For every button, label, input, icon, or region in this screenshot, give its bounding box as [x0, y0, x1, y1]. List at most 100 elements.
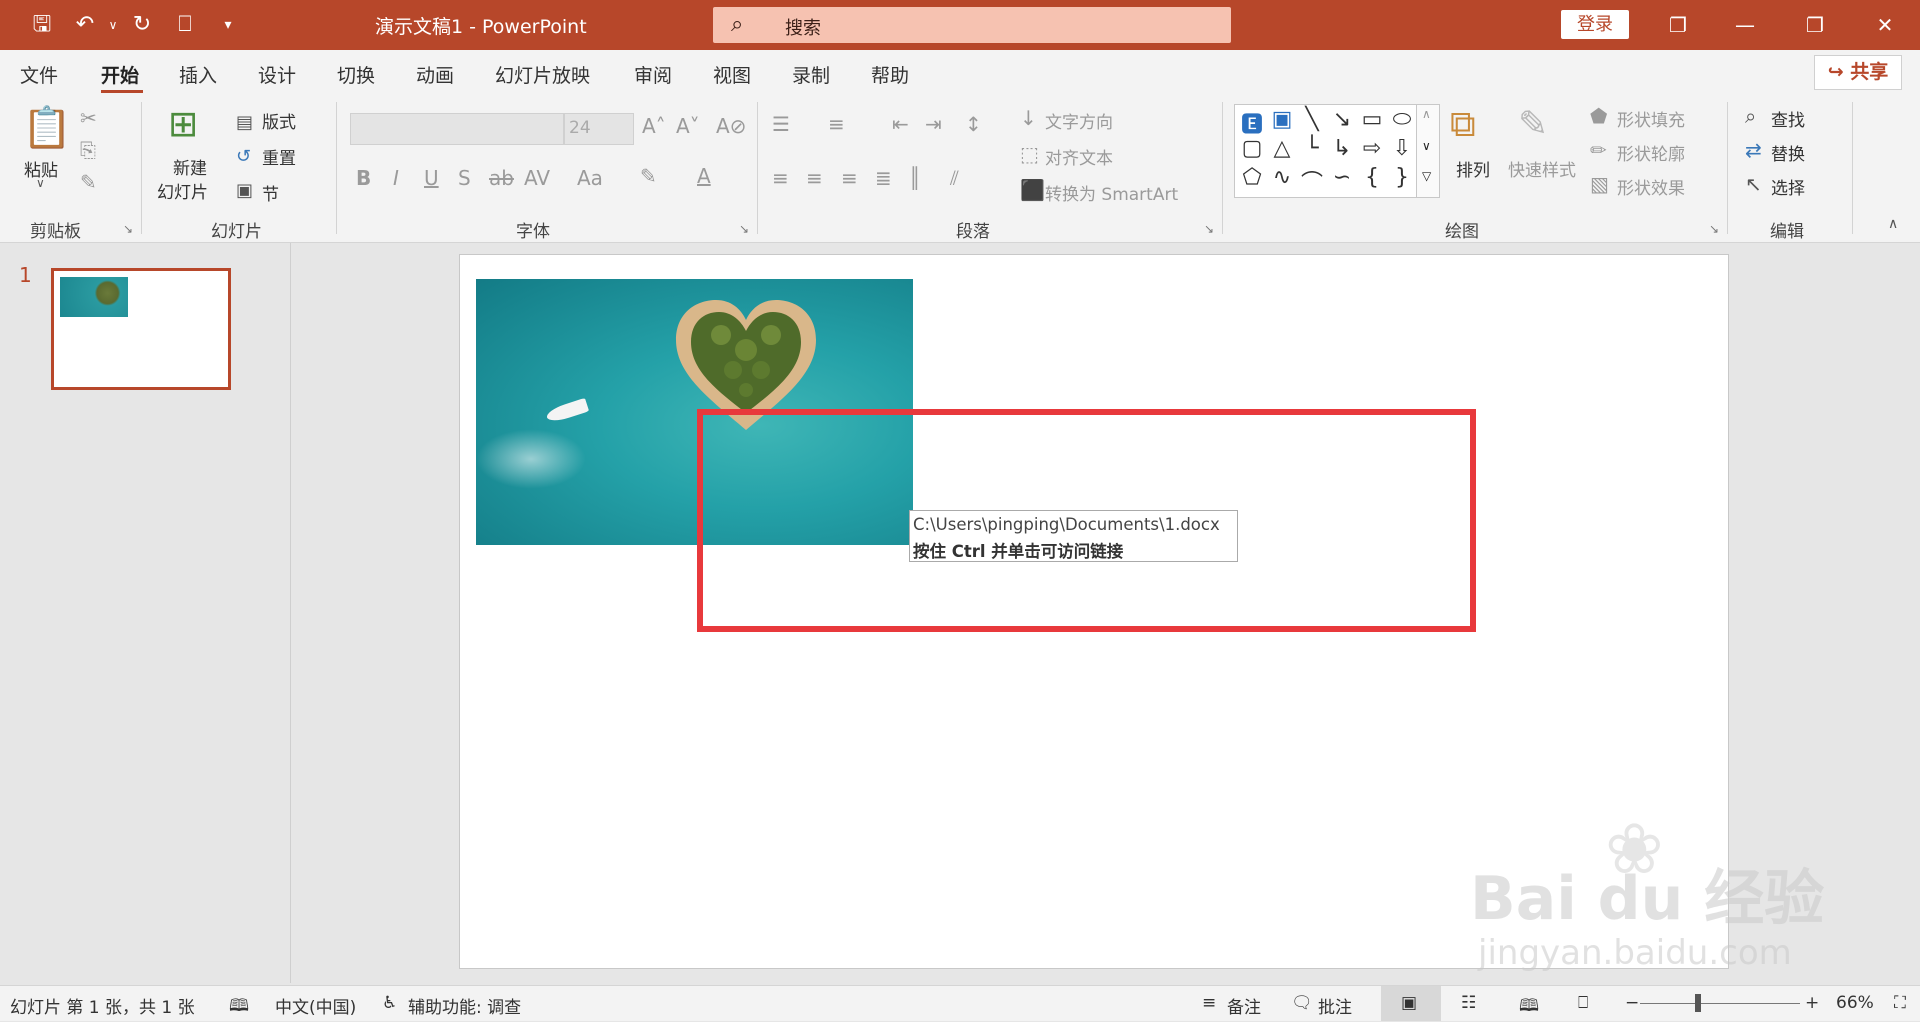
slide-thumbnail[interactable]: [51, 268, 231, 390]
zoom-slider-thumb[interactable]: [1695, 994, 1701, 1012]
decrease-font-icon[interactable]: A˅: [676, 114, 700, 138]
align-text-icon[interactable]: ⬚: [1020, 142, 1039, 166]
arrow-line-shape-icon[interactable]: ↘: [1327, 107, 1357, 132]
copy-icon[interactable]: ⎘: [80, 138, 96, 162]
undo-icon[interactable]: ↶: [70, 10, 100, 40]
tab-view[interactable]: 视图: [713, 61, 751, 88]
rectangle-shape-icon[interactable]: ▭: [1357, 107, 1387, 132]
paste-dropdown-icon[interactable]: ∨: [36, 176, 45, 190]
gallery-up-icon[interactable]: ∧: [1422, 107, 1431, 121]
shape-effects-label[interactable]: 形状效果: [1617, 174, 1685, 199]
replace-icon[interactable]: ⇄: [1745, 138, 1762, 162]
notes-icon[interactable]: ≡: [1202, 993, 1216, 1013]
fit-slide-icon[interactable]: ⛶: [1894, 993, 1906, 1013]
scribble-shape-icon[interactable]: ∿: [1267, 165, 1297, 190]
arrange-icon[interactable]: ⧉: [1450, 104, 1476, 146]
restore-icon[interactable]: ❐: [1782, 0, 1848, 50]
font-launcher-icon[interactable]: ↘: [739, 222, 749, 236]
format-painter-icon[interactable]: ✎: [80, 170, 97, 194]
right-arrow-shape-icon[interactable]: ⇨: [1357, 136, 1387, 161]
font-name-select[interactable]: [350, 113, 564, 145]
normal-view-button[interactable]: ▣: [1381, 986, 1441, 1021]
paste-icon[interactable]: 📋: [22, 104, 72, 151]
close-icon[interactable]: ✕: [1852, 0, 1918, 50]
highlight-icon[interactable]: ✎: [640, 164, 657, 188]
down-arrow-shape-icon[interactable]: ⇩: [1387, 136, 1417, 161]
tab-animations[interactable]: 动画: [416, 61, 454, 88]
tab-help[interactable]: 帮助: [871, 61, 909, 88]
comments-button[interactable]: 批注: [1318, 993, 1352, 1018]
increase-font-icon[interactable]: A˄: [642, 114, 666, 138]
spellcheck-icon[interactable]: 🕮: [229, 993, 249, 1022]
comments-icon[interactable]: 🗨: [1291, 993, 1313, 1013]
ribbon-display-icon[interactable]: ❐: [1645, 0, 1711, 50]
accessibility-status[interactable]: 辅助功能: 调查: [408, 993, 521, 1018]
tab-home[interactable]: 开始: [101, 61, 139, 88]
zoom-out-icon[interactable]: −: [1625, 993, 1639, 1013]
line-shape-icon[interactable]: ╲: [1297, 107, 1327, 132]
curve-shape-icon[interactable]: ∽: [1327, 165, 1357, 190]
quick-styles-icon[interactable]: ✎: [1518, 104, 1548, 145]
justify-icon[interactable]: ≣: [875, 166, 892, 190]
char-spacing-icon[interactable]: AV: [524, 166, 550, 190]
save-icon[interactable]: 🖫: [27, 10, 57, 40]
gallery-down-icon[interactable]: ∨: [1422, 139, 1431, 153]
text-direction-label[interactable]: 文字方向: [1045, 108, 1113, 133]
elbow-arrow-shape-icon[interactable]: ↳: [1327, 136, 1357, 161]
font-color-icon[interactable]: A: [697, 164, 711, 188]
accessibility-icon[interactable]: ♿: [382, 993, 397, 1013]
reset-icon[interactable]: ↺: [236, 146, 251, 167]
shape-outline-icon[interactable]: ✏: [1590, 138, 1607, 162]
numbering-icon[interactable]: ≡: [828, 112, 845, 136]
elbow-connector-shape-icon[interactable]: └: [1297, 136, 1327, 161]
oval-shape-icon[interactable]: ⬭: [1387, 107, 1417, 132]
shape-effects-icon[interactable]: ▧: [1590, 172, 1609, 196]
new-slide-label-1[interactable]: 新建: [173, 154, 207, 179]
new-slide-icon[interactable]: ⊞: [168, 104, 198, 145]
zoom-in-icon[interactable]: +: [1805, 993, 1819, 1013]
smartart-label[interactable]: 转换为 SmartArt: [1045, 180, 1178, 205]
shape-fill-label[interactable]: 形状填充: [1617, 106, 1685, 131]
share-button[interactable]: ↪ 共享: [1814, 55, 1902, 90]
increase-indent-icon[interactable]: ⇥: [925, 112, 942, 136]
find-label[interactable]: 查找: [1771, 106, 1805, 131]
section-label[interactable]: 节: [262, 180, 279, 205]
select-label[interactable]: 选择: [1771, 174, 1805, 199]
text-direction-icon[interactable]: ↓: [1020, 106, 1037, 130]
font-size-select[interactable]: 24: [564, 113, 634, 145]
smartart-icon[interactable]: ⬛: [1020, 178, 1045, 202]
zoom-slider[interactable]: [1640, 1003, 1800, 1004]
slide-sorter-icon[interactable]: ☷: [1461, 993, 1476, 1013]
italic-icon[interactable]: I: [393, 166, 399, 190]
slide-count-status[interactable]: 幻灯片 第 1 张，共 1 张: [10, 993, 195, 1018]
distributed-icon[interactable]: ║: [909, 166, 921, 190]
redo-icon[interactable]: ↻: [127, 10, 157, 40]
align-left-icon[interactable]: ≡: [772, 166, 789, 190]
bullets-icon[interactable]: ☰: [772, 112, 790, 136]
quick-styles-label[interactable]: 快速样式: [1508, 156, 1576, 181]
minimize-icon[interactable]: —: [1712, 0, 1778, 50]
reading-view-icon[interactable]: 🕮: [1519, 993, 1539, 1022]
search-box[interactable]: ⌕ 搜索: [713, 7, 1231, 43]
triangle-shape-icon[interactable]: △: [1267, 136, 1297, 161]
shape-outline-label[interactable]: 形状轮廓: [1617, 140, 1685, 165]
tab-file[interactable]: 文件: [20, 61, 58, 88]
tab-review[interactable]: 审阅: [634, 61, 672, 88]
slideshow-view-icon[interactable]: ⎕: [1578, 993, 1588, 1013]
reset-label[interactable]: 重置: [262, 144, 296, 169]
rounded-rect-shape-icon[interactable]: ▢: [1237, 136, 1267, 161]
tab-record[interactable]: 录制: [792, 61, 830, 88]
paragraph-launcher-icon[interactable]: ↘: [1204, 222, 1214, 236]
cut-icon[interactable]: ✂: [80, 106, 97, 130]
textbox-shape-icon[interactable]: 🅴: [1237, 107, 1267, 139]
change-case-icon[interactable]: Aa: [577, 166, 603, 190]
collapse-ribbon-icon[interactable]: ∧: [1888, 216, 1898, 232]
columns-icon[interactable]: ⫽: [950, 166, 959, 190]
gallery-more-icon[interactable]: ▽: [1422, 169, 1431, 183]
zoom-level[interactable]: 66%: [1836, 993, 1874, 1013]
shadow-icon[interactable]: S: [458, 166, 471, 190]
freeform-shape-icon[interactable]: ⬠: [1237, 165, 1267, 190]
tab-design[interactable]: 设计: [258, 61, 296, 88]
align-center-icon[interactable]: ≡: [806, 166, 823, 190]
replace-label[interactable]: 替换: [1771, 140, 1805, 165]
